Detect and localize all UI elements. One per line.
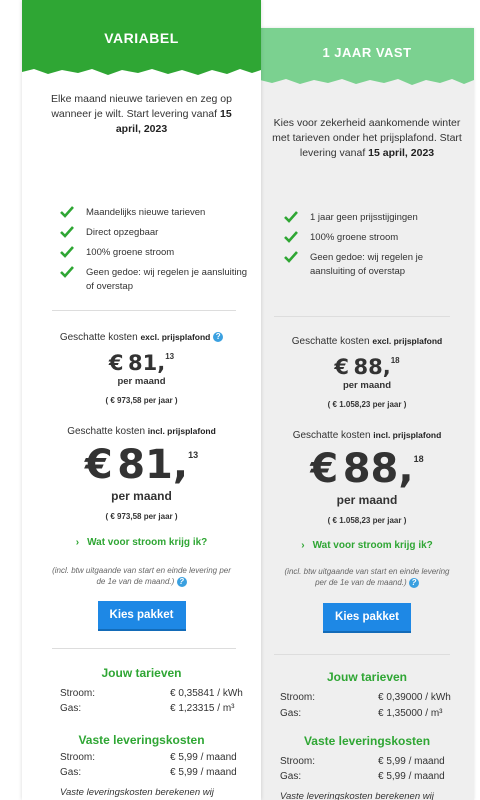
plan-title: VARIABEL xyxy=(104,30,179,46)
price-excl: € 81,13 xyxy=(108,351,175,375)
rates-section: Jouw tarieven xyxy=(22,666,261,680)
divider xyxy=(52,648,236,649)
stroom-info-link[interactable]: › Wat voor stroom krijg ik? xyxy=(260,540,474,551)
checkmark-icon xyxy=(284,251,298,263)
price-excl: € 88,18 xyxy=(334,355,400,379)
plan-intro: Elke maand nieuwe tarieven en zeg op wan… xyxy=(51,93,232,135)
per-month-label: per maand xyxy=(111,489,172,503)
feature-item: Geen gedoe: wij regelen je aansluiting o… xyxy=(60,266,251,294)
fine-print: (incl. btw uitgaande van start en einde … xyxy=(52,566,231,587)
feature-item: Direct opzegbaar xyxy=(60,226,251,240)
chevron-right-icon: › xyxy=(75,537,80,548)
plan-intro: Kies voor zekerheid aankomende winter me… xyxy=(272,117,462,159)
rates-title: Jouw tarieven xyxy=(101,666,182,680)
info-icon[interactable]: ? xyxy=(213,332,224,343)
checkmark-icon xyxy=(60,266,74,278)
pricing-excl: Geschatte kosten excl. prijsplafond ? € … xyxy=(22,332,261,405)
per-month-label: per maand xyxy=(336,493,398,507)
cost-label-incl: Geschatte kosten incl. prijsplafond xyxy=(67,426,216,437)
pricing-incl: Geschatte kosten incl. prijsplafond € 81… xyxy=(22,426,261,521)
cost-label-excl: Geschatte kosten excl. prijsplafond xyxy=(291,336,443,347)
torn-edge-decoration xyxy=(22,64,261,75)
rates-section: Jouw tarieven xyxy=(260,670,474,684)
divider xyxy=(274,654,450,655)
info-icon[interactable]: ? xyxy=(408,577,419,588)
checkmark-icon xyxy=(60,226,74,238)
stroom-info-link[interactable]: › Wat voor stroom krijg ik? xyxy=(22,537,261,548)
checkmark-icon xyxy=(60,246,74,258)
footer-note: Vaste leveringskosten berekenen wij xyxy=(60,787,214,798)
fixed-costs-title: Vaste leveringskosten xyxy=(303,734,431,748)
checkmark-icon xyxy=(284,231,298,243)
fixed-costs-title: Vaste leveringskosten xyxy=(78,733,205,747)
torn-edge-decoration xyxy=(260,74,474,85)
fine-print: (incl. btw uitgaande van start en einde … xyxy=(284,567,450,588)
button-wrap: Kies pakket xyxy=(22,601,261,629)
plan-card-1-jaar-vast: 1 JAAR VAST Kies voor zekerheid aankomen… xyxy=(260,28,474,800)
plan-title: 1 JAAR VAST xyxy=(322,45,412,60)
plan-header-variabel: VARIABEL xyxy=(22,0,261,75)
per-year-label: ( € 973,58 per jaar ) xyxy=(105,512,178,521)
per-year-label: ( € 1.058,23 per jaar ) xyxy=(327,516,407,525)
footer-note: Vaste leveringskosten berekenen wij xyxy=(280,791,434,800)
feature-item: Maandelijks nieuwe tarieven xyxy=(60,206,251,220)
info-icon[interactable]: ? xyxy=(176,576,187,587)
choose-plan-button[interactable]: Kies pakket xyxy=(97,601,186,629)
fixed-costs-section: Vaste leveringskosten xyxy=(260,734,474,748)
fixed-costs-section: Vaste leveringskosten xyxy=(22,733,261,747)
feature-item: 1 jaar geen prijsstijgingen xyxy=(284,211,468,225)
checkmark-icon xyxy=(60,206,74,218)
feature-item: 100% groene stroom xyxy=(284,231,468,245)
rates-title: Jouw tarieven xyxy=(326,670,408,684)
chevron-right-icon: › xyxy=(301,540,305,551)
pricing-excl: Geschatte kosten excl. prijsplafond € 88… xyxy=(260,336,474,409)
feature-item: Geen gedoe: wij regelen je aansluiting o… xyxy=(284,251,468,279)
divider xyxy=(274,316,450,317)
cost-label-incl: Geschatte kosten incl. prijsplafond xyxy=(292,430,442,441)
checkmark-icon xyxy=(284,211,298,223)
plan-card-variabel: VARIABEL Elke maand nieuwe tarieven en z… xyxy=(22,0,261,800)
per-year-label: ( € 973,58 per jaar ) xyxy=(105,396,178,405)
feature-item: 100% groene stroom xyxy=(60,246,251,260)
cost-label-excl: Geschatte kosten excl. prijsplafond ? xyxy=(22,332,261,343)
plan-header-1-jaar-vast: 1 JAAR VAST xyxy=(260,28,474,85)
price-incl: € 88,18 xyxy=(310,446,424,492)
pricing-incl: Geschatte kosten incl. prijsplafond € 88… xyxy=(260,430,474,525)
feature-list: 1 jaar geen prijsstijgingen 100% groene … xyxy=(260,211,474,279)
per-month-label: per maand xyxy=(117,376,166,387)
per-year-label: ( € 1.058,23 per jaar ) xyxy=(327,400,407,409)
divider xyxy=(52,310,236,311)
button-wrap: Kies pakket xyxy=(260,603,474,631)
choose-plan-button[interactable]: Kies pakket xyxy=(323,603,411,631)
price-incl: € 81,13 xyxy=(84,442,199,488)
feature-list: Maandelijks nieuwe tarieven Direct opzeg… xyxy=(22,206,261,294)
per-month-label: per maand xyxy=(342,380,392,391)
